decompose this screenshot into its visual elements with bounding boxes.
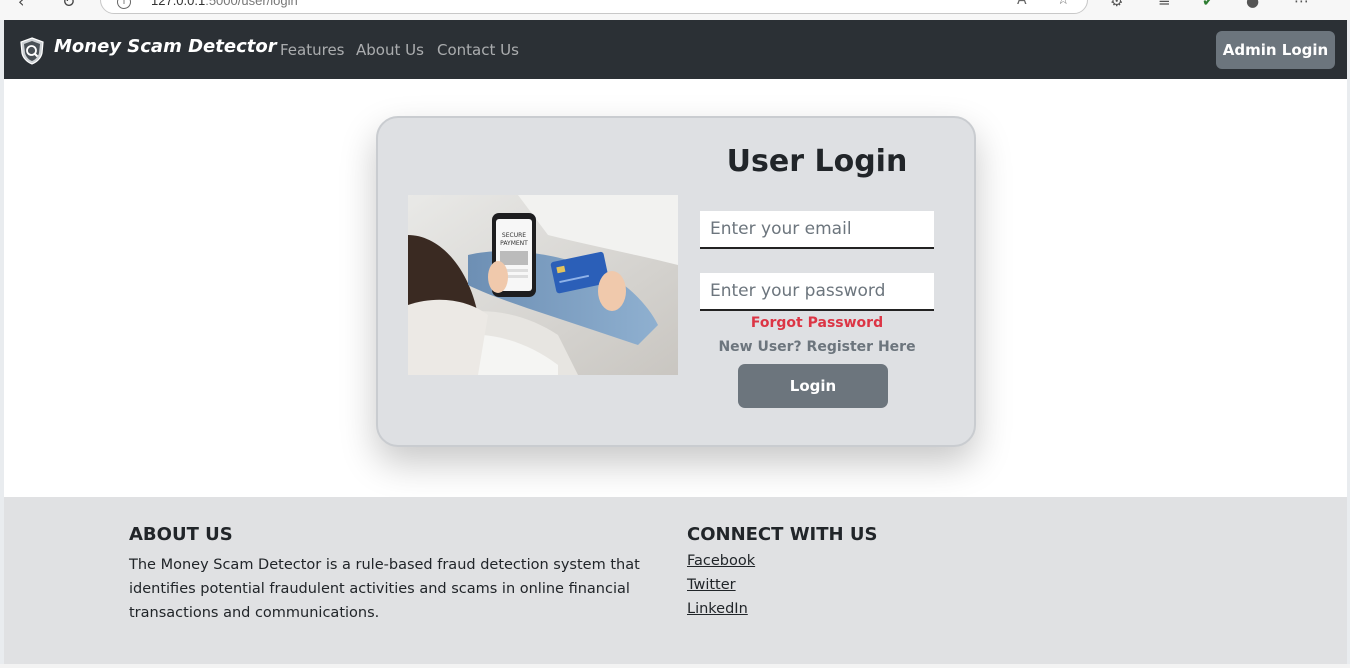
about-us-heading: ABOUT US [129,524,233,545]
extensions-icon[interactable]: ⚙ [1110,0,1123,10]
connect-heading: CONNECT WITH US [687,524,878,545]
login-title: User Login [726,144,908,179]
browser-essentials-icon[interactable]: ✔ [1202,0,1215,10]
forgot-password-link[interactable]: Forgot Password [700,315,934,331]
url-text: 127.0.0.1:5000/user/login [151,0,298,8]
favorite-star-icon[interactable]: ☆ [1057,0,1070,8]
secure-payment-photo: SECURE PAYMENT [408,195,678,375]
about-us-text: The Money Scam Detector is a rule-based … [129,557,640,621]
more-options-icon[interactable]: ⋯ [1294,0,1309,10]
read-aloud-icon[interactable]: A [1017,0,1027,8]
register-link[interactable]: New User? Register Here [700,339,934,355]
profile-avatar-icon[interactable]: ● [1246,0,1259,10]
favorites-list-icon[interactable]: ≡ [1158,0,1171,10]
nav-link-features[interactable]: Features [280,41,345,59]
address-bar[interactable]: i 127.0.0.1:5000/user/login A ☆ [100,0,1088,14]
twitter-link[interactable]: Twitter [687,577,736,593]
photo-text-payment: PAYMENT [500,240,528,247]
brand-name[interactable]: Money Scam Detector [54,36,277,57]
site-info-icon[interactable]: i [117,0,131,9]
refresh-icon[interactable]: ↻ [62,0,75,11]
navbar: Money Scam Detector Features About Us Co… [4,20,1347,79]
footer: ABOUT US The Money Scam Detector is a ru… [4,497,1347,664]
facebook-link[interactable]: Facebook [687,553,755,569]
browser-toolbar: ‹ ↻ i 127.0.0.1:5000/user/login A ☆ ⚙ ≡ … [0,0,1350,20]
back-arrow-icon[interactable]: ‹ [18,0,24,11]
window-bottom-edge [0,664,1350,668]
linkedin-link[interactable]: LinkedIn [687,601,748,617]
photo-text-secure: SECURE [502,232,526,239]
login-button[interactable]: Login [738,364,888,408]
shield-logo-icon [20,37,44,65]
login-card: SECURE PAYMENT User Login Forgot Passwor… [376,116,976,447]
admin-login-button[interactable]: Admin Login [1216,31,1335,69]
email-field[interactable] [700,211,934,249]
password-field[interactable] [700,273,934,311]
nav-link-about-us[interactable]: About Us [356,41,424,59]
page: Money Scam Detector Features About Us Co… [4,20,1347,664]
nav-link-contact-us[interactable]: Contact Us [437,41,519,59]
